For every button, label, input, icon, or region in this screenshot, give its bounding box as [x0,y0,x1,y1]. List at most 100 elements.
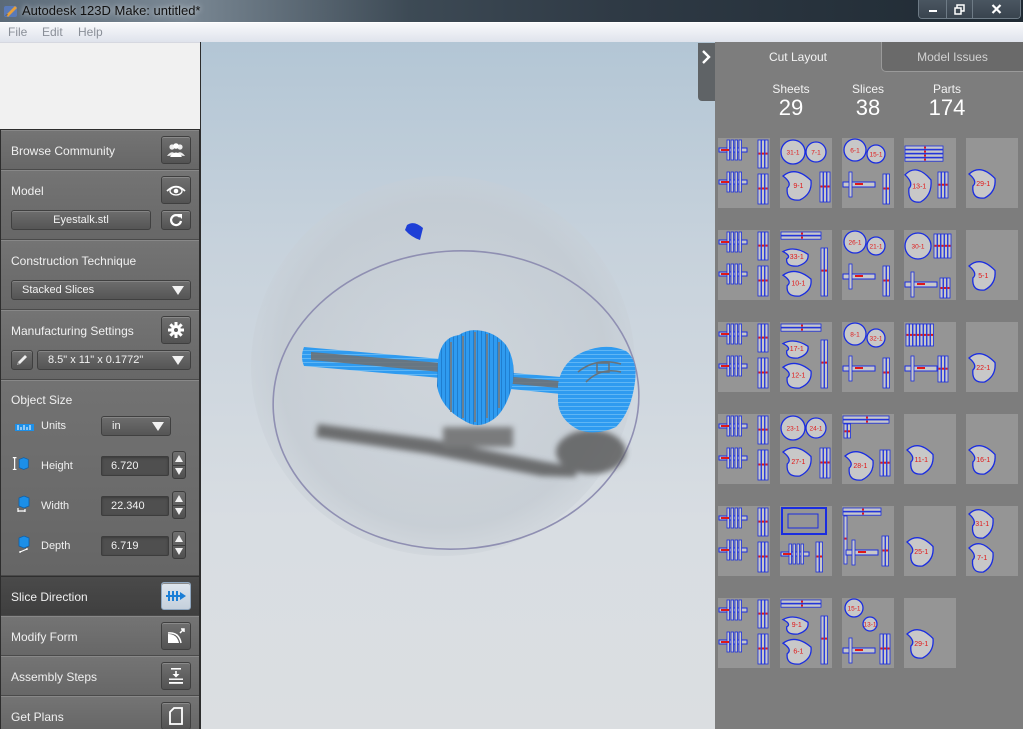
tab-cut-layout[interactable]: Cut Layout [715,42,881,72]
sheets-stat: Sheets 29 [767,82,815,120]
sheet-single-disc: 16-1 [968,445,996,475]
get-plans-button[interactable] [161,702,191,729]
cut-sheet-thumbnail[interactable]: 23-1 24-1 27-1 [780,414,832,484]
collapse-panel-button[interactable] [698,43,715,101]
height-input[interactable]: 6.720 [101,456,169,476]
svg-text:26-1: 26-1 [848,240,861,247]
sheet-single-disc: 29-1 [906,629,934,659]
model-section: Model Eyestalk.stl [1,170,199,240]
cut-sheet-thumbnail[interactable]: 22-1 [966,322,1018,392]
cut-sheet-thumbnail[interactable]: 15-1 13-1 [842,598,894,668]
cut-sheet-thumbnail[interactable] [718,230,770,300]
cut-sheet-thumbnail[interactable] [718,414,770,484]
cut-sheet-thumbnail[interactable]: 33-1 10-1 [780,230,832,300]
svg-text:31-1: 31-1 [786,150,799,157]
sheet-discs: 31-1 7-1 9-1 [780,139,831,203]
cut-sheet-thumbnail[interactable]: 16-1 [966,414,1018,484]
get-plans-label: Get Plans [11,710,64,724]
restore-button[interactable] [946,0,972,18]
model-view-button[interactable] [161,176,191,204]
depth-stepper[interactable] [172,531,186,559]
sheet-bar-disc: 28-1 [842,415,891,481]
reload-model-button[interactable] [161,210,191,230]
svg-text:13-1: 13-1 [863,622,876,629]
width-input[interactable]: 22.340 [101,496,169,516]
decrement-icon[interactable] [175,468,183,475]
increment-icon[interactable] [175,495,183,502]
cut-sheet-thumbnail[interactable]: 28-1 [842,414,894,484]
minimize-button[interactable] [919,0,946,18]
cut-sheet-thumbnail[interactable]: 26-1 21-1 [842,230,894,300]
svg-text:25-1: 25-1 [914,549,928,556]
svg-text:6-1: 6-1 [850,148,860,155]
sheet-single-disc: 11-1 [906,445,934,475]
construction-technique-section: Construction Technique Stacked Slices [1,240,199,310]
units-dropdown[interactable]: in [101,416,171,436]
sheet-discs: 23-1 24-1 27-1 [780,415,831,479]
cut-sheet-thumbnail[interactable]: 29-1 [966,138,1018,208]
increment-icon[interactable] [175,455,183,462]
sheet-bar-discs: 17-1 12-1 [780,323,828,389]
svg-text:29-1: 29-1 [914,641,928,648]
cut-sheet-thumbnail[interactable]: 25-1 [904,506,956,576]
cut-sheet-thumbnail[interactable]: 31-1 7-1 [966,506,1018,576]
cut-sheet-thumbnail[interactable]: 30-1 [904,230,956,300]
slice-direction-button[interactable] [161,582,191,610]
svg-text:5-1: 5-1 [978,273,988,280]
cut-sheet-thumbnail[interactable] [718,322,770,392]
sheet-discs-comb: 6-1 15-1 [842,138,890,205]
svg-text:10-1: 10-1 [791,281,805,288]
construction-technique-dropdown[interactable]: Stacked Slices [11,280,191,300]
cut-sheet-thumbnail[interactable]: 11-1 [904,414,956,484]
slices-stat: Slices 38 [845,82,891,120]
browse-community-section[interactable]: Browse Community [1,130,199,170]
menu-help[interactable]: Help [78,25,103,39]
width-stepper[interactable] [172,491,186,519]
width-label: Width [41,500,70,512]
menu-file[interactable]: File [8,25,27,39]
3d-viewport[interactable] [200,42,715,729]
cut-sheet-thumbnail[interactable]: 5-1 [966,230,1018,300]
get-plans-section[interactable]: Get Plans [1,696,199,729]
model-canvas[interactable] [201,42,716,729]
cut-sheet-thumbnail[interactable] [842,506,894,576]
assembly-steps-button[interactable] [161,662,191,690]
decrement-icon[interactable] [175,508,183,515]
modify-form-button[interactable] [161,622,191,650]
close-button[interactable] [972,0,1020,18]
depth-input[interactable]: 6.719 [101,536,169,556]
cut-sheet-thumbnail[interactable]: 29-1 [904,598,956,668]
cut-sheet-thumbnail[interactable]: 6-1 15-1 [842,138,894,208]
edit-material-button[interactable] [11,350,33,370]
manufacturing-settings-button[interactable] [161,316,191,344]
svg-text:24-1: 24-1 [809,426,822,433]
cut-sheet-thumbnail[interactable]: 8-1 32-1 [842,322,894,392]
height-stepper[interactable] [172,451,186,479]
svg-text:31-1: 31-1 [975,521,989,528]
menu-edit[interactable]: Edit [42,25,63,39]
cut-sheet-thumbnail[interactable]: 31-1 7-1 9-1 [780,138,832,208]
cut-sheet-thumbnail[interactable] [904,322,956,392]
slice-direction-section[interactable]: Slice Direction [1,576,199,616]
cut-sheet-thumbnail[interactable]: 9-1 6-1 [780,598,832,668]
cut-sheet-thumbnail[interactable]: 17-1 12-1 [780,322,832,392]
assembly-steps-section[interactable]: Assembly Steps [1,656,199,696]
cut-sheet-thumbnail[interactable] [780,506,832,576]
modify-form-section[interactable]: Modify Form [1,616,199,656]
browse-community-button[interactable] [161,136,191,164]
decrement-icon[interactable] [175,548,183,555]
chevron-down-icon [172,286,184,295]
cut-sheet-thumbnail[interactable] [718,506,770,576]
cut-sheet-thumbnail[interactable] [718,138,770,208]
cut-sheet-thumbnail[interactable] [718,598,770,668]
tab-model-issues[interactable]: Model Issues [881,42,1023,72]
svg-text:7-1: 7-1 [811,150,821,157]
model-file-button[interactable]: Eyestalk.stl [11,210,151,230]
cut-sheet-thumbnail[interactable]: 13-1 [904,138,956,208]
svg-text:23-1: 23-1 [786,426,799,433]
depth-icon [18,535,30,553]
increment-icon[interactable] [175,535,183,542]
material-size-dropdown[interactable]: 8.5" x 11" x 0.1772" [37,350,191,370]
sheet-frames [780,507,827,573]
sheet-rails-disc: 13-1 [904,145,949,203]
